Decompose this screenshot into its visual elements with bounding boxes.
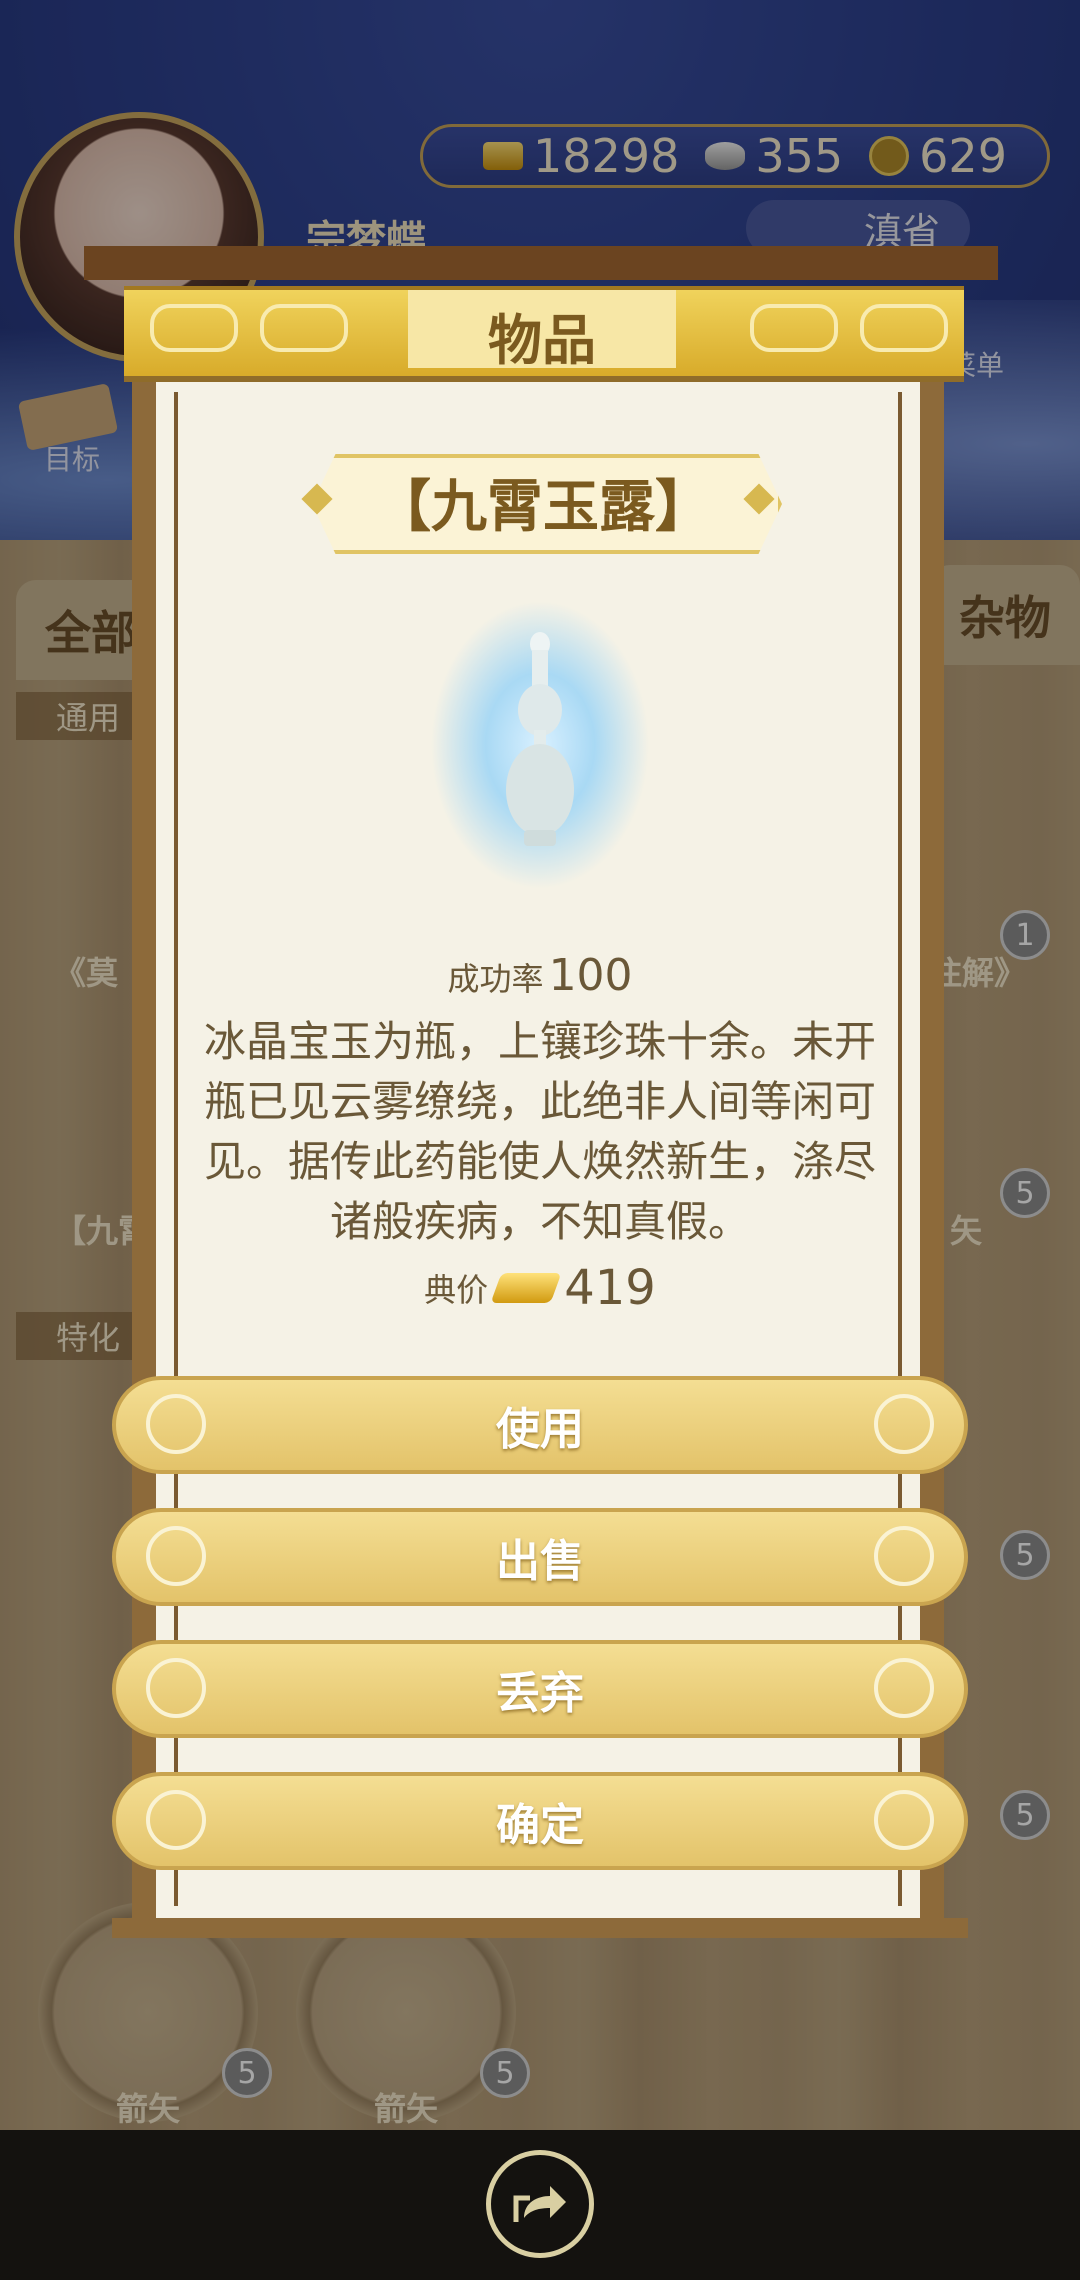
item-description: 冰晶宝玉为瓶，上镶珍珠十余。未开瓶已见云雾缭绕，此绝非人间等闲可见。据传此药能使… [203,1017,876,1246]
success-rate-label: 成功率 [447,960,544,998]
swirl-ornament-icon [146,1394,206,1454]
sell-button-label: 出售 [496,1536,584,1587]
gold-ingot-icon [490,1273,562,1303]
knot-ornament-icon [750,304,838,352]
success-rate: 成功率 100 [0,950,1080,1001]
use-button[interactable]: 使用 [112,1376,968,1474]
success-rate-value: 100 [548,950,633,1001]
item-price: 典价 419 [0,1260,1080,1316]
price-value: 419 [564,1260,656,1316]
item-name: 【九霄玉露】 [375,475,711,540]
scroll-bottom-rod [112,1918,968,1938]
use-button-label: 使用 [496,1404,584,1455]
swirl-ornament-icon [146,1790,206,1850]
jade-vase-icon [506,632,574,846]
knot-ornament-icon [860,304,948,352]
swirl-ornament-icon [874,1658,934,1718]
modal-title: 物品 [488,309,596,372]
knot-ornament-icon [150,304,238,352]
swirl-ornament-icon [146,1658,206,1718]
discard-button[interactable]: 丢弃 [112,1640,968,1738]
share-icon[interactable] [486,2150,594,2258]
share-arrow-icon [513,2186,566,2222]
knot-ornament-icon [260,304,348,352]
price-label: 典价 [424,1271,489,1309]
sell-button[interactable]: 出售 [112,1508,968,1606]
scroll-rod [84,246,998,280]
swirl-ornament-icon [874,1790,934,1850]
confirm-button-label: 确定 [496,1800,584,1851]
confirm-button[interactable]: 确定 [112,1772,968,1870]
swirl-ornament-icon [146,1526,206,1586]
swirl-ornament-icon [874,1526,934,1586]
discard-button-label: 丢弃 [496,1668,584,1719]
swirl-ornament-icon [874,1394,934,1454]
